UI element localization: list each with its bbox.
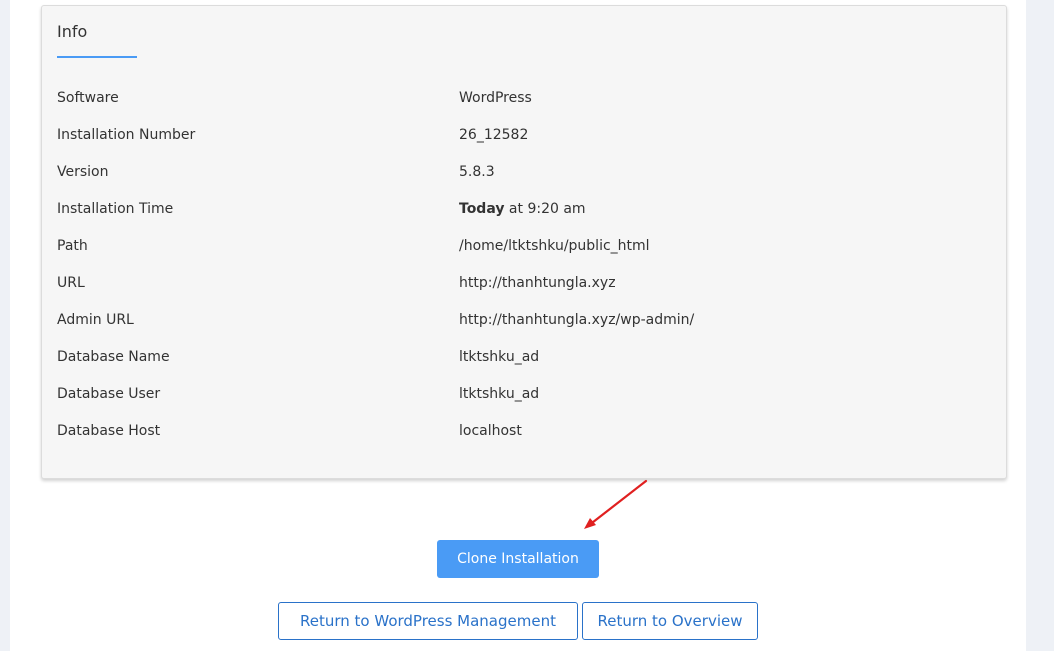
annotation-arrow-icon — [584, 479, 648, 529]
info-row-path: Path /home/ltktshku/public_html — [57, 238, 987, 260]
info-value: ltktshku_ad — [459, 349, 540, 365]
return-to-wordpress-management-button[interactable]: Return to WordPress Management — [278, 602, 578, 640]
info-row-installation-number: Installation Number 26_12582 — [57, 127, 987, 149]
info-label: Admin URL — [57, 312, 134, 328]
info-row-database-user: Database User ltktshku_ad — [57, 386, 987, 408]
info-label: Software — [57, 90, 119, 106]
installation-time-rest: at 9:20 am — [504, 201, 586, 217]
info-value: http://thanhtungla.xyz/wp-admin/ — [459, 312, 695, 328]
info-value: WordPress — [459, 90, 532, 106]
info-row-version: Version 5.8.3 — [57, 164, 987, 186]
info-card-title: Info — [57, 22, 88, 41]
info-row-database-name: Database Name ltktshku_ad — [57, 349, 987, 371]
info-label: Database Host — [57, 423, 161, 439]
info-title-underline — [57, 56, 137, 58]
info-card: Info Software WordPress Installation Num… — [41, 5, 1007, 479]
info-value: localhost — [459, 423, 522, 439]
info-value: http://thanhtungla.xyz — [459, 275, 616, 291]
info-row-database-host: Database Host localhost — [57, 423, 987, 445]
info-label: Installation Time — [57, 201, 174, 217]
info-row-admin-url: Admin URL http://thanhtungla.xyz/wp-admi… — [57, 312, 987, 334]
info-value: ltktshku_ad — [459, 386, 540, 402]
info-label: Database Name — [57, 349, 170, 365]
info-label: Version — [57, 164, 109, 180]
info-value: 5.8.3 — [459, 164, 495, 180]
info-row-url: URL http://thanhtungla.xyz — [57, 275, 987, 297]
info-label: URL — [57, 275, 85, 291]
info-label: Installation Number — [57, 127, 196, 143]
info-label: Database User — [57, 386, 161, 402]
info-value: 26_12582 — [459, 127, 529, 143]
info-value: /home/ltktshku/public_html — [459, 238, 650, 254]
info-row-installation-time: Installation Time Today at 9:20 am — [57, 201, 987, 223]
page-content: Info Software WordPress Installation Num… — [10, 0, 1026, 651]
info-label: Path — [57, 238, 88, 254]
installation-time-day: Today — [459, 201, 505, 217]
info-value: Today at 9:20 am — [459, 201, 586, 217]
info-row-software: Software WordPress — [57, 90, 987, 112]
return-to-overview-button[interactable]: Return to Overview — [582, 602, 758, 640]
clone-installation-button[interactable]: Clone Installation — [437, 540, 599, 578]
